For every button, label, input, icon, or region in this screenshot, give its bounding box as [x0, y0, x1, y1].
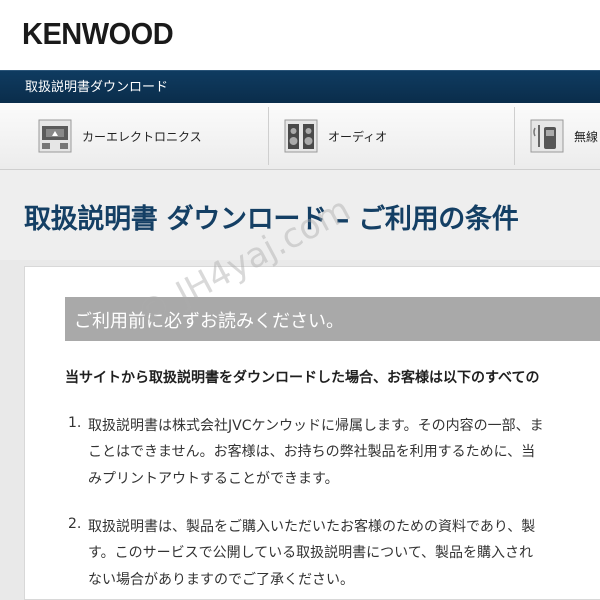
- term-line: ない場合がありますのでご了承ください。: [88, 572, 354, 588]
- nav-item-label: オーディオ: [328, 129, 388, 144]
- term-line: 取扱説明書は、製品をご購入いただいたお客様のための資料であり、製: [88, 519, 536, 535]
- nav-item-label: カーエレクトロニクス: [82, 129, 202, 144]
- term-line: す。このサービスで公開している取扱説明書について、製品を購入され: [88, 545, 534, 561]
- term-line: みプリントアウトすることができます。: [88, 471, 339, 487]
- nav-item-car-electronics[interactable]: カーエレクトロニクス: [38, 103, 202, 169]
- nav-item-label: 無線: [574, 129, 599, 144]
- term-number: 2.: [68, 516, 82, 532]
- category-nav: カーエレクトロニクス オーディオ 無線: [0, 103, 600, 170]
- nav-separator: [514, 107, 515, 165]
- term-line: 取扱説明書は株式会社JVCケンウッドに帰属します。その内容の一部、ま: [88, 418, 544, 434]
- title-area: 取扱説明書 ダウンロード – ご利用の条件: [0, 170, 600, 260]
- site-header: KENWOOD: [0, 0, 600, 70]
- nav-item-audio[interactable]: オーディオ: [284, 103, 387, 169]
- section-bar: 取扱説明書ダウンロード: [0, 70, 600, 103]
- notice-text: ご利用前に必ずお読みください。: [74, 311, 344, 332]
- page-title: 取扱説明書 ダウンロード – ご利用の条件: [24, 204, 519, 235]
- notice-bar: ご利用前に必ずお読みください。: [65, 297, 600, 341]
- section-bar-label[interactable]: 取扱説明書ダウンロード: [25, 76, 168, 95]
- kenwood-logo[interactable]: KENWOOD: [22, 19, 174, 50]
- term-number: 1.: [68, 415, 82, 431]
- terms-panel: ご利用前に必ずお読みください。 当サイトから取扱説明書をダウンロードした場合、お…: [24, 266, 600, 600]
- term-line: ことはできません。お客様は、お持ちの弊社製品を利用するために、当: [88, 444, 536, 460]
- nav-separator: [268, 107, 269, 165]
- speaker-icon: [284, 119, 318, 153]
- nav-item-radio[interactable]: 無線: [530, 103, 598, 169]
- intro-text: 当サイトから取扱説明書をダウンロードした場合、お客様は以下のすべての: [65, 370, 540, 386]
- car-electronics-icon: [38, 119, 72, 153]
- radio-icon: [530, 119, 564, 153]
